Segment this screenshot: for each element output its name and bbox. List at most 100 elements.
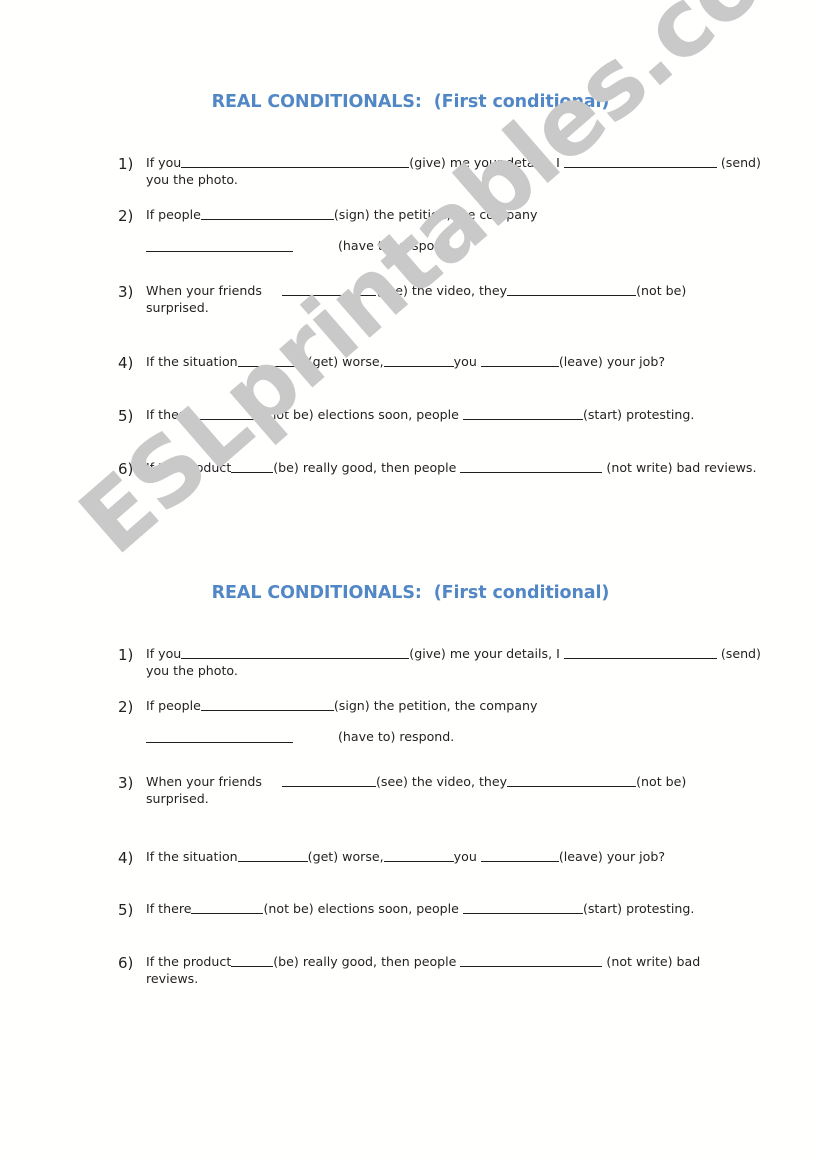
exercise-item: 5) If there (not be) elections soon, peop… <box>0 406 821 425</box>
worksheet-title-2: REAL CONDITIONALS: (First conditional) <box>211 583 610 603</box>
item-number: 6) <box>118 954 134 972</box>
item-text-pre: If there <box>146 407 192 422</box>
item-text-line2: surprised. <box>146 300 209 316</box>
item-text-have-to: (have to) respond. <box>338 238 455 254</box>
worksheet-block-1: REAL CONDITIONALS: (First conditional) 1… <box>0 92 821 514</box>
answer-blank[interactable] <box>146 251 293 253</box>
answer-blank[interactable] <box>480 354 559 368</box>
item-text-pre: If you <box>146 155 182 170</box>
exercise-item: 3) When your friends (see) the video, the… <box>0 282 821 317</box>
answer-blank[interactable] <box>563 646 717 660</box>
answer-blank[interactable] <box>200 698 334 712</box>
item-text-pre: If people <box>146 207 201 222</box>
item-text-mid: (see) the video, they <box>376 283 508 298</box>
item-number: 2) <box>118 698 134 716</box>
answer-blank[interactable] <box>462 407 583 421</box>
answer-blank[interactable] <box>383 849 454 863</box>
item-text-mid: (see) the video, they <box>376 774 508 789</box>
item-text-mid: (not be) elections soon, people <box>263 407 463 422</box>
exercise-item: 5) If there (not be) elections soon, peop… <box>0 900 821 919</box>
answer-blank[interactable] <box>237 849 308 863</box>
answer-blank[interactable] <box>462 901 583 915</box>
item-text-mid2: you <box>453 849 481 864</box>
item-text-mid: (sign) the petition, the company <box>333 207 538 222</box>
item-text-post: (not be) <box>636 283 687 298</box>
item-text-line2: you the photo. <box>146 172 238 188</box>
item-text-post: (leave) your job? <box>558 849 666 864</box>
item-text-mid: (get) worse, <box>307 354 384 369</box>
answer-blank[interactable] <box>200 207 334 221</box>
item-text-mid: (not be) elections soon, people <box>263 901 463 916</box>
item-second-row: (have to) respond. <box>146 237 771 259</box>
item-number: 6) <box>118 460 134 478</box>
item-text-have-to: (have to) respond. <box>338 729 455 745</box>
answer-blank[interactable] <box>237 354 308 368</box>
item-number: 5) <box>118 901 134 919</box>
exercise-item: 2) If people (sign) the petition, the com… <box>0 697 821 750</box>
exercise-list-2: 1) If you (give) me your details, I (send… <box>0 645 821 1015</box>
exercise-item: 2) If people (sign) the petition, the com… <box>0 206 821 259</box>
item-number: 3) <box>118 774 134 792</box>
answer-blank[interactable] <box>146 742 293 744</box>
item-text-mid: (give) me your details, I <box>409 646 564 661</box>
answer-blank[interactable] <box>191 407 264 421</box>
answer-blank[interactable] <box>181 155 410 169</box>
item-number: 2) <box>118 207 134 225</box>
answer-blank[interactable] <box>507 283 637 297</box>
item-number: 4) <box>118 849 134 867</box>
item-text-pre: When your friends <box>146 774 262 789</box>
item-text-post: (not write) bad reviews. <box>602 460 757 475</box>
exercise-item: 3) When your friends (see) the video, the… <box>0 773 821 808</box>
item-text-post: (not write) bad <box>602 954 701 969</box>
item-text-line2: surprised. <box>146 791 209 807</box>
answer-blank[interactable] <box>460 460 603 474</box>
answer-blank[interactable] <box>282 774 376 788</box>
item-text-post: (send) <box>716 155 761 170</box>
item-number: 5) <box>118 407 134 425</box>
item-second-row: (have to) respond. <box>146 728 771 750</box>
item-text-line2: you the photo. <box>146 663 238 679</box>
answer-blank[interactable] <box>231 460 274 474</box>
item-text-mid: (get) worse, <box>307 849 384 864</box>
exercise-item: 6) If the product (be) really good, then … <box>0 953 821 988</box>
item-text-pre: If people <box>146 698 201 713</box>
item-number: 1) <box>118 155 134 173</box>
exercise-item: 1) If you (give) me your details, I (send… <box>0 645 821 680</box>
item-number: 3) <box>118 283 134 301</box>
item-text-post: (start) protesting. <box>582 901 695 916</box>
item-text-post: (not be) <box>636 774 687 789</box>
answer-blank[interactable] <box>507 774 637 788</box>
answer-blank[interactable] <box>191 901 264 915</box>
answer-blank[interactable] <box>282 283 376 297</box>
item-text-mid2: you <box>453 354 481 369</box>
answer-blank[interactable] <box>181 646 410 660</box>
item-text-pre: If the product <box>146 460 232 475</box>
item-text-post: (start) protesting. <box>582 407 695 422</box>
item-text-post: (leave) your job? <box>558 354 666 369</box>
answer-blank[interactable] <box>231 954 274 968</box>
item-text-pre: If the situation <box>146 354 238 369</box>
exercise-list-1: 1) If you (give) me your details, I (send… <box>0 154 821 514</box>
item-text-mid: (give) me your details, I <box>409 155 564 170</box>
item-number: 4) <box>118 354 134 372</box>
answer-blank[interactable] <box>480 849 559 863</box>
item-text-pre: If the product <box>146 954 232 969</box>
item-text-mid: (sign) the petition, the company <box>333 698 538 713</box>
item-text-pre: When your friends <box>146 283 262 298</box>
answer-blank[interactable] <box>383 354 454 368</box>
item-text-mid: (be) really good, then people <box>273 954 461 969</box>
answer-blank[interactable] <box>460 954 603 968</box>
item-text-post: (send) <box>716 646 761 661</box>
exercise-item: 4) If the situation (get) worse, you (leav… <box>0 353 821 372</box>
worksheet-page: ESLprintables.com REAL CONDITIONALS: (Fi… <box>0 0 821 1161</box>
item-text-mid: (be) really good, then people <box>273 460 461 475</box>
answer-blank[interactable] <box>563 155 717 169</box>
worksheet-block-2: REAL CONDITIONALS: (First conditional) 1… <box>0 583 821 1015</box>
exercise-item: 1) If you (give) me your details, I (send… <box>0 154 821 189</box>
exercise-item: 6) If the product (be) really good, then … <box>0 459 821 478</box>
worksheet-title-1: REAL CONDITIONALS: (First conditional) <box>211 92 610 112</box>
item-text-line2: reviews. <box>146 971 199 987</box>
item-text-pre: If the situation <box>146 849 238 864</box>
exercise-item: 4) If the situation (get) worse, you (leav… <box>0 848 821 867</box>
item-text-pre: If you <box>146 646 182 661</box>
